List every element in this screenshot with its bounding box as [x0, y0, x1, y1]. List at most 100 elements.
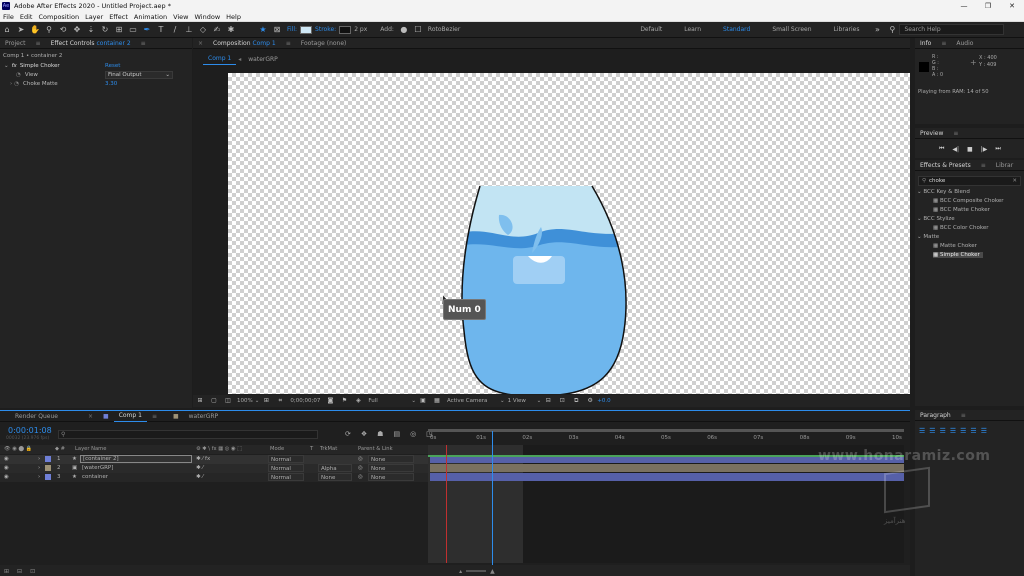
expand-arrow-icon[interactable]: ›: [38, 455, 40, 464]
panel-menu-icon[interactable]: ≡: [956, 410, 971, 421]
zoom-dropdown[interactable]: 100%: [237, 398, 253, 404]
reset-button[interactable]: Reset: [105, 63, 120, 69]
parent-dropdown[interactable]: None: [368, 464, 414, 472]
last-frame-icon[interactable]: ⏭: [995, 145, 1000, 153]
tab-info[interactable]: Info: [915, 38, 936, 49]
motion-blur-icon[interactable]: ◎: [410, 430, 416, 438]
search-help-input[interactable]: Search Help: [899, 24, 1005, 35]
menu-view[interactable]: View: [170, 12, 191, 22]
toggle-modes-icon[interactable]: ⊟: [17, 568, 22, 575]
camera-snapshot-icon[interactable]: ◙: [324, 395, 336, 407]
label-color-swatch[interactable]: [45, 456, 51, 462]
rotate-tool-icon[interactable]: ↻: [99, 24, 111, 36]
clear-search-icon[interactable]: ✕: [1012, 178, 1017, 184]
timeline-timecode[interactable]: 0:00:01:08: [8, 426, 52, 435]
mode-dropdown[interactable]: Normal: [268, 464, 304, 472]
layer-bar-3[interactable]: [430, 473, 904, 481]
menu-window[interactable]: Window: [192, 12, 224, 22]
previous-frame-icon[interactable]: ◀|: [952, 146, 959, 153]
parent-dropdown[interactable]: None: [368, 455, 414, 463]
effects-item[interactable]: ▦ BCC Composite Choker: [933, 198, 1004, 204]
justify-right-icon[interactable]: ☰: [970, 427, 976, 435]
panel-menu-icon[interactable]: ≡: [136, 38, 151, 49]
shy-layers-icon[interactable]: ☗: [377, 430, 383, 438]
pan-behind-tool-icon[interactable]: ⊞: [113, 24, 125, 36]
table-row[interactable]: ◉ › 1 ★ [container 2] ✱ ⁄ fx Normal ◎ No…: [0, 455, 428, 464]
color-channel-icon[interactable]: ◈: [352, 395, 364, 407]
visibility-icon[interactable]: ◉: [4, 455, 9, 464]
visibility-icon[interactable]: ◉: [4, 473, 9, 482]
justify-all-icon[interactable]: ☰: [981, 427, 987, 435]
playhead[interactable]: [492, 431, 494, 567]
menu-composition[interactable]: Composition: [35, 12, 82, 22]
menu-effect[interactable]: Effect: [106, 12, 131, 22]
draft-3d-icon[interactable]: ❖: [361, 430, 367, 438]
tab-libraries[interactable]: Librar: [991, 160, 1018, 171]
view-dropdown[interactable]: Final Output ⌄: [105, 71, 173, 79]
puppet-pin-icon[interactable]: ✱: [225, 24, 237, 36]
3d-renderer-icon[interactable]: ⚙: [584, 395, 596, 407]
fx-icon[interactable]: fx: [12, 63, 17, 69]
panel-menu-icon[interactable]: ≡: [936, 38, 951, 49]
show-snapshot-icon[interactable]: ⚑: [338, 395, 350, 407]
switches-icon[interactable]: ✱ ⁄: [196, 473, 203, 482]
fast-previews-icon[interactable]: ⊟: [542, 395, 554, 407]
menu-layer[interactable]: Layer: [82, 12, 106, 22]
first-frame-icon[interactable]: ⏮: [939, 145, 944, 153]
add-property-icon[interactable]: ●: [398, 24, 410, 36]
breadcrumb-watergrp[interactable]: waterGRP: [243, 54, 283, 65]
selection-tool-icon[interactable]: ➤: [15, 24, 27, 36]
layer-name[interactable]: [waterGRP]: [82, 464, 113, 473]
tab-comp1[interactable]: Comp 1: [113, 410, 147, 422]
workspace-overflow-icon[interactable]: »: [871, 24, 883, 36]
monitor-icon[interactable]: ▢: [208, 395, 220, 407]
composition-viewer[interactable]: [228, 73, 910, 396]
effects-item[interactable]: ▦ Matte Choker: [933, 243, 977, 249]
snap-icon[interactable]: ⊠: [271, 24, 283, 36]
region-of-interest-icon[interactable]: ▣: [417, 395, 429, 407]
tab-composition[interactable]: Composition Comp 1: [208, 38, 281, 49]
switches-icon[interactable]: ✱ ⁄: [196, 464, 203, 473]
close-button[interactable]: ✕: [1000, 0, 1024, 12]
effects-item[interactable]: ▦ BCC Color Choker: [933, 225, 989, 231]
label-color-swatch[interactable]: [45, 474, 51, 480]
table-row[interactable]: ◉ › 3 ★ container ✱ ⁄ Normal None ◎ None: [0, 473, 428, 482]
justify-left-icon[interactable]: ☰: [950, 427, 956, 435]
menu-help[interactable]: Help: [223, 12, 244, 22]
orbit-camera-icon[interactable]: ⟲: [57, 24, 69, 36]
pickwhip-icon[interactable]: ◎: [358, 473, 363, 482]
tab-effects-presets[interactable]: Effects & Presets: [915, 160, 976, 171]
pan-camera-icon[interactable]: ✥: [71, 24, 83, 36]
close-icon[interactable]: ×: [83, 411, 98, 422]
home-icon[interactable]: ⌂: [1, 24, 13, 36]
align-right-icon[interactable]: ☰: [940, 427, 946, 435]
tab-watergrp[interactable]: waterGRP: [184, 411, 224, 422]
brush-tool-icon[interactable]: /: [169, 24, 181, 36]
panel-menu-icon[interactable]: ≡: [976, 160, 991, 171]
effects-item[interactable]: ▦ BCC Matte Choker: [933, 207, 990, 213]
resolution-dropdown[interactable]: Full: [368, 398, 408, 404]
safe-zone-icon[interactable]: ⌗: [274, 395, 286, 407]
comp-mini-flowchart-icon[interactable]: ⟳: [345, 430, 351, 438]
tab-effect-controls[interactable]: Effect Controls container 2: [46, 38, 136, 49]
rectangle-tool-icon[interactable]: ▭: [127, 24, 139, 36]
tab-project[interactable]: Project: [0, 38, 31, 49]
flowchart-icon[interactable]: ⧉: [570, 395, 582, 407]
work-area-bar[interactable]: [428, 429, 904, 432]
render-time-icon[interactable]: ⊡: [30, 568, 35, 575]
pickwhip-icon[interactable]: ◎: [358, 455, 363, 464]
fill-color-swatch[interactable]: [300, 25, 313, 34]
expand-arrow-icon[interactable]: ⌄: [4, 63, 9, 69]
always-preview-icon[interactable]: ⊞: [194, 395, 206, 407]
trkmat-dropdown[interactable]: Alpha: [318, 464, 352, 472]
workspace-small-screen[interactable]: Small Screen: [772, 26, 811, 33]
parent-header[interactable]: Parent & Link: [358, 446, 393, 452]
frame-blending-icon[interactable]: ▤: [393, 430, 400, 438]
next-frame-icon[interactable]: |▶: [981, 146, 988, 153]
workspace-standard[interactable]: Standard: [723, 26, 750, 33]
menu-file[interactable]: File: [0, 12, 17, 22]
workspace-default[interactable]: Default: [640, 26, 662, 33]
stopwatch-icon[interactable]: ◔: [16, 72, 21, 78]
panel-menu-icon[interactable]: ≡: [147, 411, 162, 422]
layer-name[interactable]: [container 2]: [80, 455, 192, 463]
